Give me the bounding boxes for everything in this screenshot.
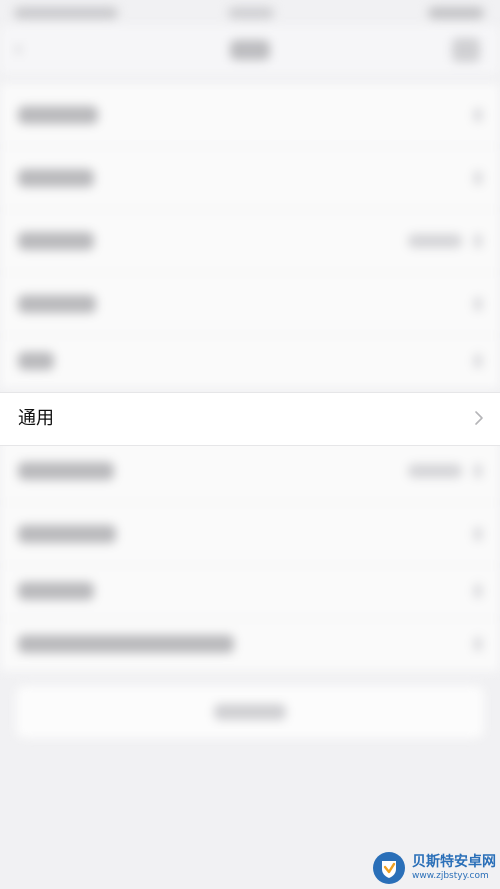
settings-row[interactable]	[0, 210, 500, 273]
settings-row[interactable]	[0, 147, 500, 210]
status-time	[228, 7, 274, 19]
settings-row[interactable]	[0, 440, 500, 503]
watermark-name: 贝斯特安卓网	[412, 853, 496, 870]
settings-row[interactable]	[0, 566, 500, 619]
watermark-badge: 贝斯特安卓网 www.zjbstyy.com	[372, 846, 500, 889]
settings-group	[0, 84, 500, 388]
header-bar: ‹	[0, 26, 500, 74]
more-icon[interactable]	[452, 38, 480, 62]
settings-row[interactable]	[0, 619, 500, 671]
settings-row-general[interactable]: 通用	[0, 392, 500, 446]
settings-group	[0, 440, 500, 671]
bottom-action-button[interactable]	[16, 686, 484, 738]
shield-logo-icon	[373, 851, 405, 884]
back-icon[interactable]: ‹	[14, 39, 28, 61]
status-bar	[0, 0, 500, 26]
watermark-text: 贝斯特安卓网 www.zjbstyy.com	[412, 854, 496, 882]
settings-row-label: 通用	[18, 408, 54, 429]
status-battery	[428, 7, 484, 19]
settings-row[interactable]	[0, 336, 500, 388]
settings-row[interactable]	[0, 273, 500, 336]
settings-row[interactable]	[0, 503, 500, 566]
watermark-url: www.zjbstyy.com	[412, 870, 489, 881]
settings-list-blurred	[0, 84, 500, 683]
chevron-right-icon	[475, 411, 483, 425]
settings-row[interactable]	[0, 84, 500, 147]
page-title	[230, 40, 270, 60]
settings-screen: ‹ 通用 贝斯特安卓网 www.zjbstyy.com	[0, 0, 500, 889]
status-carrier	[14, 7, 118, 19]
